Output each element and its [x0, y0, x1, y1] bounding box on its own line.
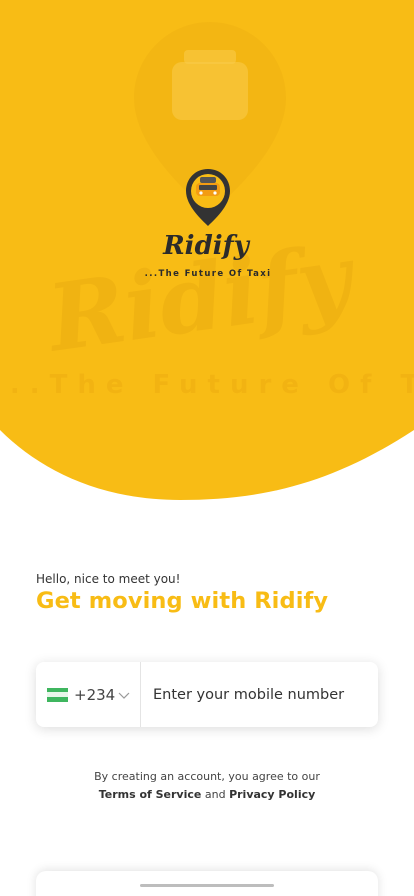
nigeria-flag-icon	[47, 687, 68, 702]
country-code: +234	[74, 685, 116, 704]
country-code-selector[interactable]: +234	[36, 662, 141, 727]
ridify-logo: Ridify ...The Future Of Taxi	[145, 169, 272, 279]
bottom-sheet[interactable]	[36, 871, 378, 896]
chevron-down-icon	[118, 692, 130, 699]
logo-wordmark: Ridify	[162, 231, 251, 261]
page-title: Get moving with Ridify	[36, 588, 329, 614]
mobile-number-input[interactable]	[141, 686, 373, 703]
privacy-policy-link[interactable]: Privacy Policy	[229, 788, 315, 801]
phone-number-field: +234	[36, 662, 378, 727]
terms-of-service-link[interactable]: Terms of Service	[99, 788, 202, 801]
watermark-tagline: ...The Future Of Taxi	[0, 370, 414, 400]
terms-conjunction: and	[204, 788, 226, 801]
logo-tagline: ...The Future Of Taxi	[145, 269, 272, 279]
terms-prefix: By creating an account, you agree to our	[94, 770, 320, 783]
terms-notice: By creating an account, you agree to our…	[0, 768, 414, 804]
greeting-text: Hello, nice to meet you!	[36, 572, 181, 586]
sheet-drag-handle[interactable]	[140, 884, 274, 887]
